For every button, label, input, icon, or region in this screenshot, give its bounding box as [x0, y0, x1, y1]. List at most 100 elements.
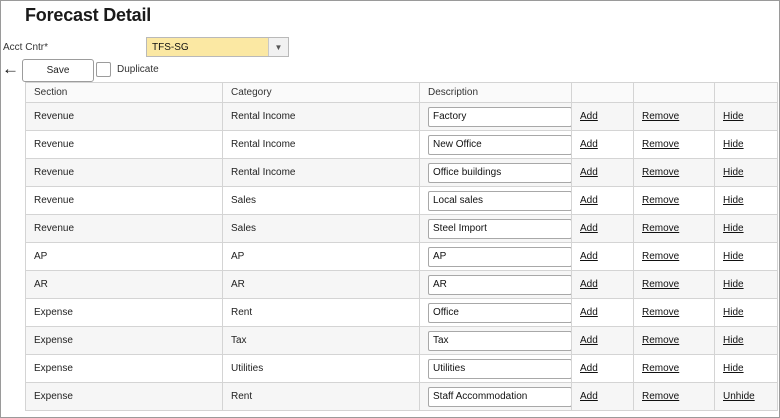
cell-hide: Hide [714, 102, 778, 131]
table-row: APAP Add Remove Hide [25, 242, 778, 271]
description-input[interactable] [428, 358, 571, 379]
column-header-add [571, 82, 634, 103]
cell-add: Add [571, 382, 634, 411]
table-row: RevenueRental Income Add Remove Hide [25, 130, 778, 159]
table-header-row: Section Category Description [25, 82, 778, 103]
cell-hide: Hide [714, 354, 778, 383]
remove-link[interactable]: Remove [642, 335, 679, 346]
add-link[interactable]: Add [580, 279, 598, 290]
cell-remove: Remove [633, 186, 715, 215]
add-link[interactable]: Add [580, 363, 598, 374]
cell-add: Add [571, 270, 634, 299]
add-link[interactable]: Add [580, 223, 598, 234]
table-row: ExpenseRent Add Remove Unhide [25, 382, 778, 411]
description-input[interactable] [428, 218, 571, 239]
acct-cntr-value: TFS-SG [152, 42, 189, 53]
cell-description [419, 326, 572, 355]
cell-section: Expense [25, 354, 223, 383]
table-row: RevenueSales Add Remove Hide [25, 186, 778, 215]
table-row: RevenueRental Income Add Remove Hide [25, 158, 778, 187]
remove-link[interactable]: Remove [642, 167, 679, 178]
description-input[interactable] [428, 386, 571, 407]
duplicate-checkbox[interactable] [96, 62, 111, 77]
cell-category: Rental Income [222, 130, 420, 159]
hide-link[interactable]: Hide [723, 363, 744, 374]
table-row: ExpenseRent Add Remove Hide [25, 298, 778, 327]
cell-description [419, 130, 572, 159]
cell-category: Tax [222, 326, 420, 355]
column-header-section[interactable]: Section [25, 82, 223, 103]
cell-description [419, 102, 572, 131]
remove-link[interactable]: Remove [642, 111, 679, 122]
remove-link[interactable]: Remove [642, 195, 679, 206]
hide-link[interactable]: Hide [723, 111, 744, 122]
cell-section: Revenue [25, 186, 223, 215]
column-header-category[interactable]: Category [222, 82, 420, 103]
table-row: ARAR Add Remove Hide [25, 270, 778, 299]
cell-remove: Remove [633, 326, 715, 355]
page-title: Forecast Detail [25, 5, 152, 25]
add-link[interactable]: Add [580, 111, 598, 122]
add-link[interactable]: Add [580, 391, 598, 402]
description-input[interactable] [428, 330, 571, 351]
cell-category: Utilities [222, 354, 420, 383]
hide-link[interactable]: Hide [723, 335, 744, 346]
description-input[interactable] [428, 274, 571, 295]
remove-link[interactable]: Remove [642, 223, 679, 234]
add-link[interactable]: Add [580, 307, 598, 318]
hide-link[interactable]: Hide [723, 279, 744, 290]
hide-link[interactable]: Hide [723, 307, 744, 318]
cell-remove: Remove [633, 298, 715, 327]
add-link[interactable]: Add [580, 335, 598, 346]
cell-hide: Hide [714, 326, 778, 355]
cell-add: Add [571, 242, 634, 271]
add-link[interactable]: Add [580, 139, 598, 150]
back-arrow-icon[interactable]: ← [2, 60, 19, 77]
remove-link[interactable]: Remove [642, 307, 679, 318]
acct-cntr-select[interactable]: TFS-SG ▼ [146, 37, 289, 57]
column-header-hide [714, 82, 778, 103]
cell-section: AR [25, 270, 223, 299]
cell-add: Add [571, 298, 634, 327]
cell-hide: Hide [714, 214, 778, 243]
column-header-description[interactable]: Description [419, 82, 572, 103]
add-link[interactable]: Add [580, 167, 598, 178]
hide-link[interactable]: Hide [723, 167, 744, 178]
column-header-remove [633, 82, 715, 103]
remove-link[interactable]: Remove [642, 391, 679, 402]
description-input[interactable] [428, 106, 571, 127]
cell-add: Add [571, 186, 634, 215]
cell-section: Revenue [25, 158, 223, 187]
save-button[interactable]: Save [22, 59, 94, 82]
cell-remove: Remove [633, 158, 715, 187]
acct-cntr-label: Acct Cntr* [3, 42, 49, 53]
description-input[interactable] [428, 162, 571, 183]
add-link[interactable]: Add [580, 251, 598, 262]
remove-link[interactable]: Remove [642, 363, 679, 374]
hide-link[interactable]: Unhide [723, 391, 755, 402]
cell-description [419, 158, 572, 187]
chevron-down-icon[interactable]: ▼ [268, 38, 288, 56]
cell-category: Rental Income [222, 102, 420, 131]
cell-description [419, 270, 572, 299]
cell-category: Rent [222, 382, 420, 411]
cell-remove: Remove [633, 382, 715, 411]
description-input[interactable] [428, 190, 571, 211]
remove-link[interactable]: Remove [642, 139, 679, 150]
remove-link[interactable]: Remove [642, 251, 679, 262]
hide-link[interactable]: Hide [723, 251, 744, 262]
cell-section: Expense [25, 298, 223, 327]
add-link[interactable]: Add [580, 195, 598, 206]
description-input[interactable] [428, 134, 571, 155]
description-input[interactable] [428, 246, 571, 267]
hide-link[interactable]: Hide [723, 223, 744, 234]
cell-add: Add [571, 326, 634, 355]
cell-category: Sales [222, 214, 420, 243]
cell-category: AR [222, 270, 420, 299]
cell-hide: Unhide [714, 382, 778, 411]
hide-link[interactable]: Hide [723, 195, 744, 206]
cell-category: Rent [222, 298, 420, 327]
hide-link[interactable]: Hide [723, 139, 744, 150]
description-input[interactable] [428, 302, 571, 323]
remove-link[interactable]: Remove [642, 279, 679, 290]
